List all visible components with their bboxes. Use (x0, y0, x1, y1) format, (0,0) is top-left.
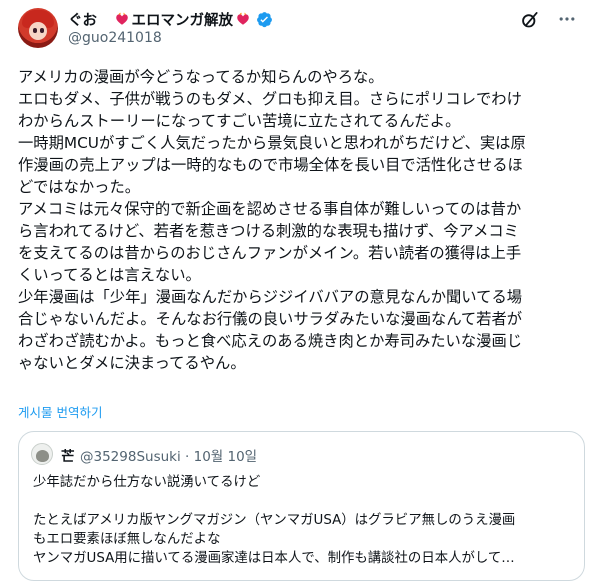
post-body-line: アメリカの漫画が今どうなってるか知らんのやろな。 (18, 68, 384, 86)
post-body-line: わからんストーリーになってすごい苦境に立たされてるんだよ。 (18, 112, 461, 130)
post-body-line: 少年漫画は「少年」漫画なんだからジジイババアの意見なんか聞いてる場 (18, 288, 523, 306)
post-body-line: くいってるとは言えない。 (18, 266, 201, 284)
quoted-handle-date[interactable]: @35298Susuki · 10월 10일 (80, 445, 257, 465)
post-body: アメリカの漫画が今どうなってるか知らんのやろな。 エロもダメ、子供が戦うのもダメ… (18, 66, 588, 374)
quoted-text-line: たとえばアメリカ版ヤングマガジン（ヤンマガUSA）はグラビア無しのうえ漫画 (33, 513, 516, 528)
handle[interactable]: @guo241018 (68, 30, 162, 46)
quoted-avatar-figure (36, 450, 49, 462)
burning-heart-icon (237, 12, 249, 25)
verified-badge-icon (257, 11, 272, 27)
post-body-line: ら言われてるけど、若者を惹きつける刺激的な表現も描けず、今アメコミ (18, 222, 519, 240)
post-body-line: アメコミは元々保守的で新企画を認めさせる事自体が難しいってのは昔か (18, 200, 522, 218)
quoted-avatar[interactable] (31, 443, 53, 465)
more-icon[interactable] (557, 9, 577, 29)
post-body-line: ゃないとダメに決まってるやん。 (18, 354, 246, 372)
post-body-line: どではなかった。 (18, 178, 141, 196)
quoted-text-line: もエロ要素ほぼ無しなんだよな (33, 532, 221, 547)
avatar-face (29, 22, 47, 40)
post-body-line: 作漫画の売上アップは一時的なもので市場全体を長い目で活性化させるほ (18, 156, 523, 174)
quoted-text-line: 少年誌だから仕方ない説湧いてるけど (33, 475, 261, 490)
translate-post-link[interactable]: 게시물 번역하기 (18, 402, 102, 421)
name-row[interactable]: ぐお エロマンガ解放 (68, 9, 273, 29)
quoted-text: 少年誌だから仕方ない説湧いてるけど たとえばアメリカ版ヤングマガジン（ヤンマガU… (33, 473, 578, 568)
avatar[interactable] (18, 8, 58, 48)
quoted-display-name[interactable]: 芒 (61, 445, 75, 465)
post-body-line: を支えてるのは昔からのおじさんファンがメイン。若い読者の獲得は上手 (18, 244, 522, 262)
post-header: ぐお エロマンガ解放 @guo241018 (0, 0, 596, 60)
post-body-line: 一時期MCUがすごく人気だったから景気良いと思われがちだけど、実は原 (18, 134, 526, 152)
quoted-text-line: ヤンマガUSA用に描いてる漫画家達は日本人で、制作も講談社の日本人がして… (33, 551, 515, 566)
display-name-tag[interactable]: エロマンガ解放 (132, 9, 234, 30)
avatar-eye-left (33, 28, 37, 33)
display-name[interactable]: ぐお (68, 9, 112, 30)
post-body-line: エロもダメ、子供が戦うのもダメ、グロも抑え目。さらにポリコレでわけ (18, 90, 522, 108)
burning-heart-icon (115, 12, 128, 25)
post-body-line: 合じゃないんだよ。そんなお行儀の良いサラダみたいな漫画なんて若者が (18, 310, 523, 328)
grok-icon[interactable] (520, 10, 540, 30)
avatar-eye-right (40, 28, 44, 33)
quoted-post[interactable]: 芒 @35298Susuki · 10월 10일 少年誌だから仕方ない説湧いてる… (18, 431, 585, 581)
quoted-text-line (33, 492, 578, 511)
post-body-line: わざわざ読むかよ。もっと食べ応えのある焼き肉とか寿司みたいな漫画じ (18, 332, 523, 350)
